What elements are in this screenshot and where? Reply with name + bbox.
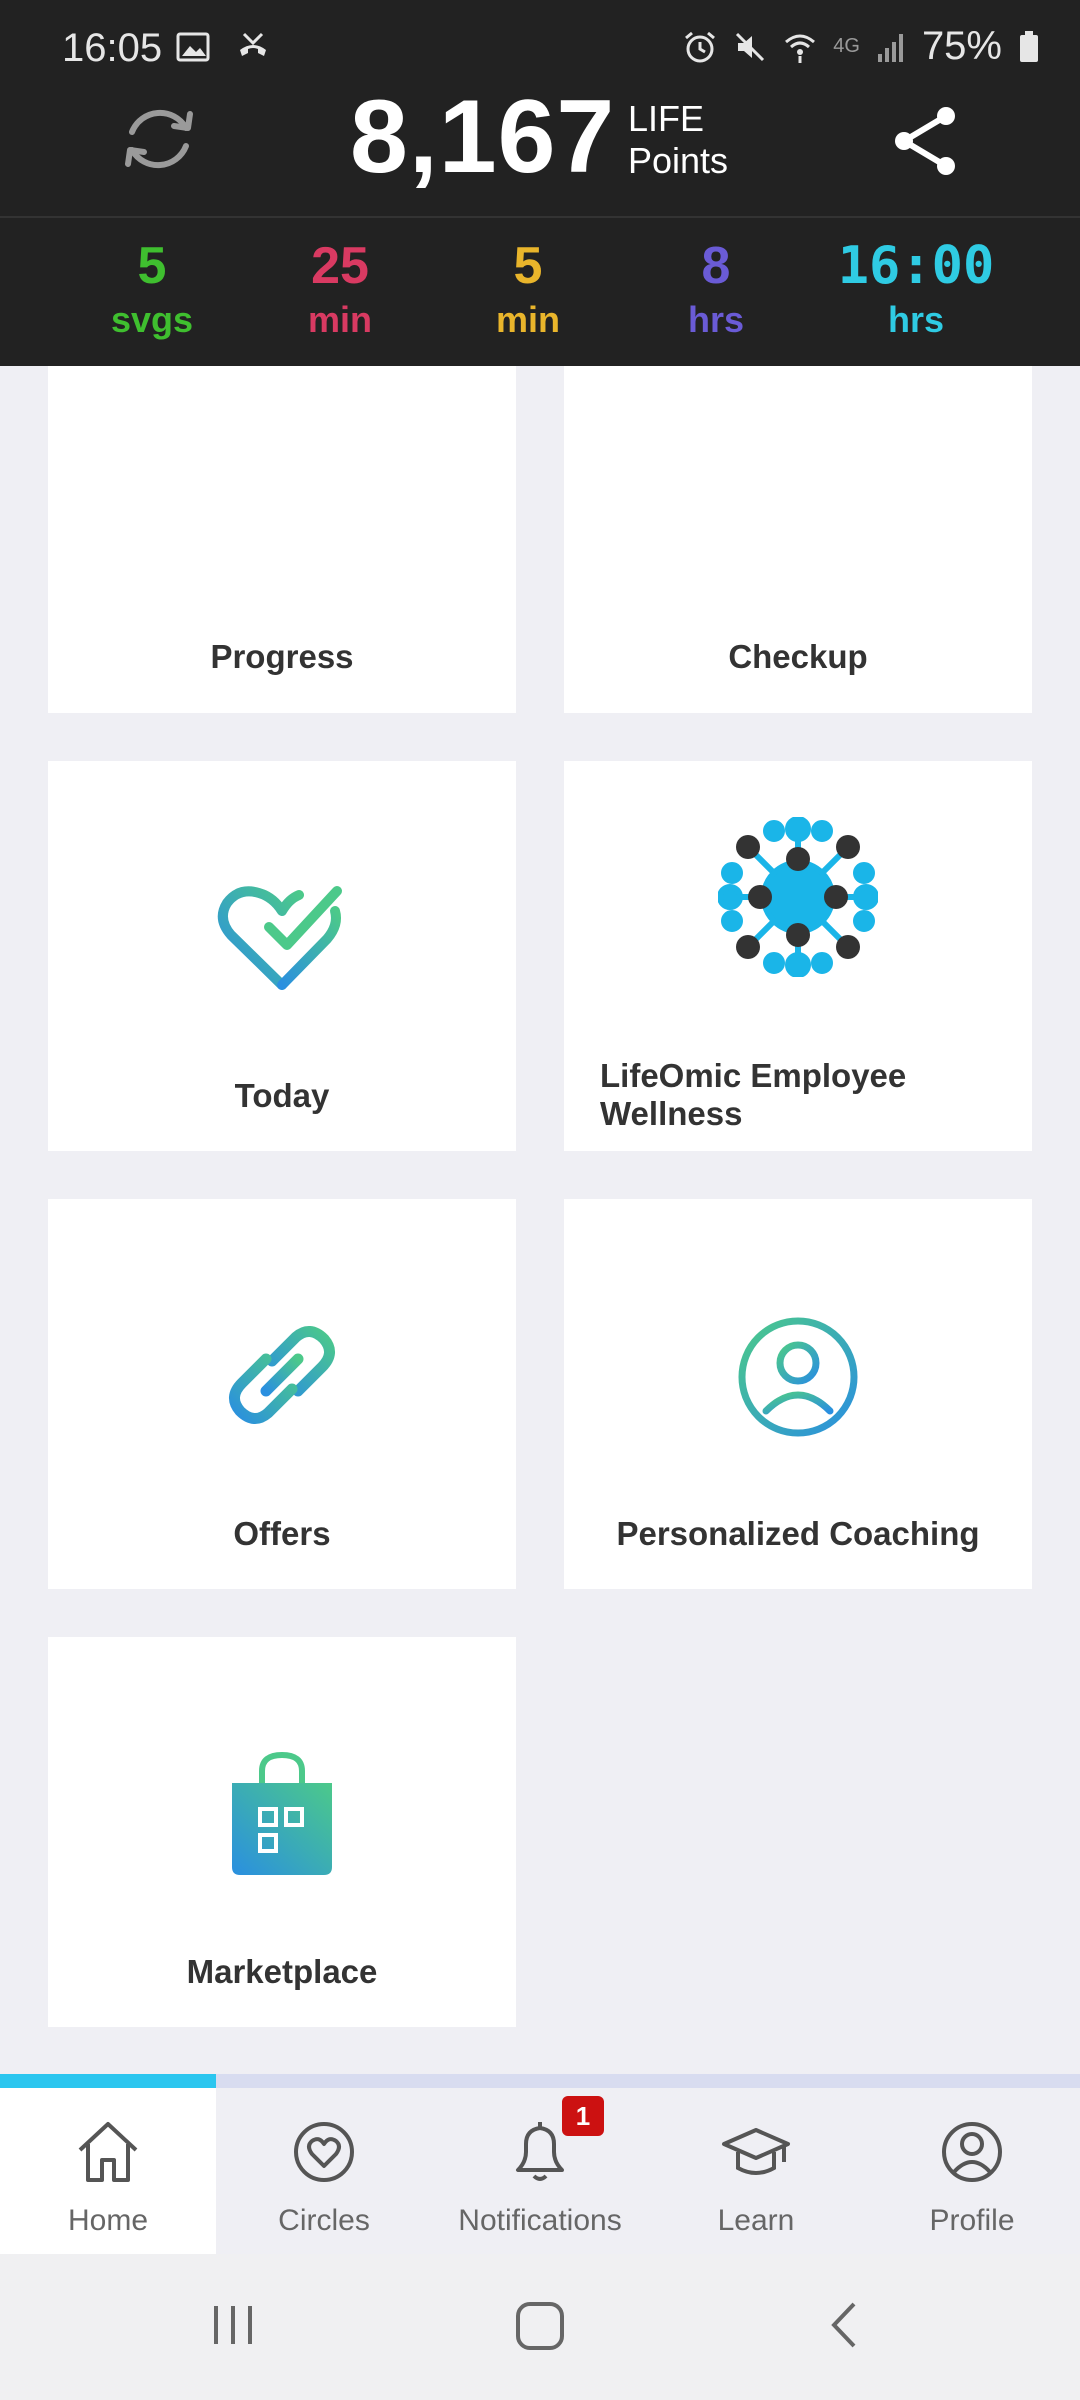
tile-offers[interactable]: Offers <box>48 1199 516 1589</box>
stat-minutes-1[interactable]: 25 min <box>250 234 430 342</box>
stat-servings[interactable]: 5 svgs <box>62 234 242 342</box>
tile-label: Marketplace <box>186 1953 378 1990</box>
stats-row: 5 svgs 25 min 5 min 8 hrs 16:00 hrs <box>0 222 1080 366</box>
molecule-logo-icon <box>718 817 878 977</box>
life-points-value: 8,167 <box>350 79 616 195</box>
stat-hours-fasting[interactable]: 16:00 hrs <box>826 234 1006 342</box>
app-header: 16:05 4G 75% 8,167 LIFE Points 5 svgs 25… <box>0 0 1080 366</box>
tile-label: Personalized Coaching <box>616 1515 980 1552</box>
tile-checkup[interactable]: Checkup <box>564 366 1032 713</box>
tile-today[interactable]: Today <box>48 761 516 1151</box>
battery-percent: 75% <box>921 24 1002 68</box>
status-time: 16:05 <box>62 26 163 70</box>
tile-progress[interactable]: Progress <box>48 366 516 713</box>
link-icon <box>229 1326 335 1424</box>
recent-apps-icon[interactable] <box>208 2300 258 2350</box>
mute-icon <box>736 32 765 61</box>
tile-lifeomic-wellness[interactable]: LifeOmic Employee Wellness <box>564 761 1032 1151</box>
user-circle-icon <box>942 2122 1002 2182</box>
stat-hours-sleep[interactable]: 8 hrs <box>626 234 806 342</box>
tile-label: LifeOmic Employee Wellness <box>600 1057 907 1132</box>
nav-notifications[interactable]: Notifications <box>432 2088 648 2254</box>
system-nav-bar <box>0 2254 1080 2400</box>
bottom-nav: Home Circles Notifications Learn Profile <box>0 2088 1080 2254</box>
refresh-icon[interactable] <box>118 98 200 180</box>
tile-label: Today <box>234 1077 330 1114</box>
nav-profile[interactable]: Profile <box>864 2088 1080 2254</box>
network-type: 4G <box>833 35 860 57</box>
image-icon <box>176 32 210 62</box>
wifi-icon <box>785 34 816 63</box>
graduation-cap-icon <box>722 2128 790 2175</box>
home-system-icon[interactable] <box>514 2300 566 2352</box>
stat-minutes-2[interactable]: 5 min <box>438 234 618 342</box>
heart-check-icon <box>217 886 342 990</box>
tile-label: Progress <box>210 638 354 675</box>
tile-label: Checkup <box>728 638 868 675</box>
life-points-unit: LIFE Points <box>628 98 729 181</box>
missed-call-icon <box>240 32 266 56</box>
header-divider <box>0 216 1080 218</box>
nav-active-indicator <box>0 2074 216 2088</box>
person-circle-icon <box>738 1317 858 1437</box>
nav-home[interactable]: Home <box>0 2088 216 2254</box>
battery-icon <box>1020 30 1038 62</box>
tile-marketplace[interactable]: Marketplace <box>48 1637 516 2027</box>
sliders-icon <box>733 451 863 561</box>
tile-label: Offers <box>233 1515 331 1552</box>
nav-circles[interactable]: Circles <box>216 2088 432 2254</box>
back-icon[interactable] <box>820 2300 870 2350</box>
home-icon <box>78 2122 138 2182</box>
tile-personalized-coaching[interactable]: Personalized Coaching <box>564 1199 1032 1589</box>
notification-badge: 1 <box>562 2096 604 2136</box>
shopping-bag-icon <box>232 1751 332 1875</box>
heart-circle-icon <box>294 2122 354 2182</box>
signal-icon <box>877 33 903 62</box>
alarm-icon <box>685 31 716 62</box>
share-icon[interactable] <box>884 100 966 182</box>
bar-chart-icon <box>237 444 327 562</box>
nav-learn[interactable]: Learn <box>648 2088 864 2254</box>
